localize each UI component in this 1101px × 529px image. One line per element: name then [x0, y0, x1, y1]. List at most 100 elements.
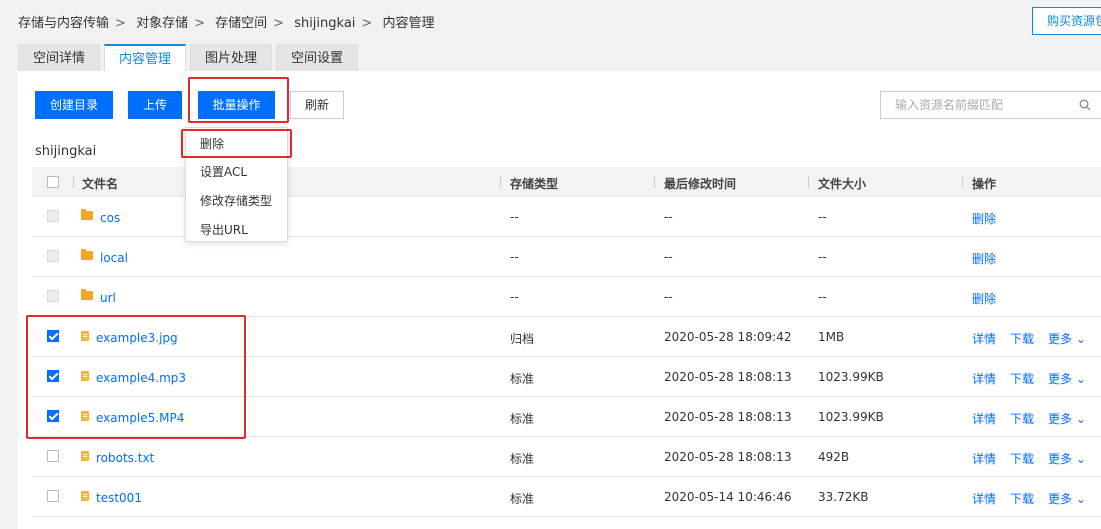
menu-item-delete[interactable]: 删除 [200, 135, 224, 152]
more-menu[interactable]: 更多 ⌄ [1048, 370, 1086, 387]
modified-time: -- [664, 210, 673, 224]
refresh-button[interactable]: 刷新 [290, 91, 344, 119]
storage-type: 标准 [510, 452, 535, 466]
modified-time: 2020-05-28 18:08:13 [664, 370, 792, 384]
menu-item-set-acl[interactable]: 设置ACL [200, 163, 247, 180]
breadcrumb-current: 内容管理 [382, 16, 435, 31]
storage-type: 标准 [510, 372, 535, 386]
download-link[interactable]: 下载 [1010, 330, 1034, 347]
breadcrumb-separator: > [194, 16, 205, 31]
download-link[interactable]: 下载 [1010, 410, 1034, 427]
breadcrumb-item[interactable]: 存储空间 [215, 16, 267, 31]
upload-button[interactable]: 上传 [128, 91, 182, 119]
file-name-link[interactable]: example5.MP4 [96, 411, 184, 425]
chevron-down-icon: ⌄ [1072, 332, 1086, 346]
file-name-link[interactable]: robots.txt [96, 451, 154, 465]
file-icon [81, 411, 89, 421]
tab-content-management[interactable]: 内容管理 [104, 44, 187, 73]
column-divider [654, 176, 655, 188]
file-name-link[interactable]: example4.mp3 [96, 371, 186, 385]
more-menu[interactable]: 更多 ⌄ [1048, 450, 1086, 467]
storage-type: 归档 [510, 332, 535, 346]
download-link[interactable]: 下载 [1010, 370, 1034, 387]
content-panel: 创建目录 上传 批量操作 刷新 shijingkai 文件名 存储类型 最后修改… [18, 71, 1101, 529]
file-name-link[interactable]: example3.jpg [96, 331, 178, 345]
chevron-down-icon: ⌄ [1072, 452, 1086, 466]
folder-icon [81, 249, 93, 260]
file-name-link[interactable]: url [100, 291, 116, 305]
storage-type: -- [510, 250, 519, 264]
more-label: 更多 [1048, 332, 1073, 346]
search-input[interactable] [895, 98, 1075, 112]
batch-operation-menu: 删除 设置ACL 修改存储类型 导出URL [185, 127, 288, 242]
search-box [880, 91, 1101, 119]
details-link[interactable]: 详情 [972, 450, 996, 467]
file-size: 1023.99KB [818, 410, 884, 424]
details-link[interactable]: 详情 [972, 330, 996, 347]
breadcrumb-item[interactable]: 对象存储 [136, 16, 188, 31]
row-checkbox[interactable] [47, 490, 59, 502]
folder-icon [81, 289, 93, 300]
table-row: example3.jpg 归档 2020-05-28 18:09:42 1MB … [32, 317, 1101, 357]
file-icon [81, 491, 89, 501]
buy-resource-pack-button[interactable]: 购买资源包 [1032, 7, 1101, 35]
chevron-down-icon: ⌄ [1072, 372, 1086, 386]
delete-link[interactable]: 删除 [972, 290, 996, 307]
delete-link[interactable]: 删除 [972, 250, 996, 267]
select-all-checkbox[interactable] [47, 176, 59, 188]
row-checkbox[interactable] [47, 250, 59, 262]
chevron-down-icon: ⌄ [1072, 412, 1086, 426]
more-menu[interactable]: 更多 ⌄ [1048, 410, 1086, 427]
row-checkbox[interactable] [47, 410, 59, 422]
storage-type: 标准 [510, 492, 535, 506]
folder-icon [81, 209, 93, 220]
delete-link[interactable]: 删除 [972, 210, 996, 227]
details-link[interactable]: 详情 [972, 370, 996, 387]
table-row: example5.MP4 标准 2020-05-28 18:08:13 1023… [32, 397, 1101, 437]
file-name-link[interactable]: cos [100, 211, 120, 225]
file-size: -- [818, 290, 827, 304]
breadcrumb-item[interactable]: shijingkai [294, 16, 355, 31]
modified-time: 2020-05-28 18:08:13 [664, 450, 792, 464]
row-checkbox[interactable] [47, 290, 59, 302]
more-label: 更多 [1048, 492, 1073, 506]
more-label: 更多 [1048, 412, 1073, 426]
more-menu[interactable]: 更多 ⌄ [1048, 330, 1086, 347]
file-size: 33.72KB [818, 490, 869, 504]
breadcrumb-separator: > [115, 16, 126, 31]
breadcrumb-separator: > [273, 16, 285, 31]
more-label: 更多 [1048, 372, 1073, 386]
search-icon[interactable] [1079, 99, 1091, 111]
row-checkbox[interactable] [47, 370, 59, 382]
file-size: -- [818, 210, 827, 224]
batch-operation-button[interactable]: 批量操作 [198, 91, 275, 119]
details-link[interactable]: 详情 [972, 410, 996, 427]
file-name-link[interactable]: test001 [96, 491, 142, 505]
table-row: local -- -- -- 删除 [32, 237, 1101, 277]
table-row: robots.txt 标准 2020-05-28 18:08:13 492B 详… [32, 437, 1101, 477]
details-link[interactable]: 详情 [972, 490, 996, 507]
tab-bucket-details[interactable]: 空间详情 [18, 44, 101, 72]
menu-item-export-url[interactable]: 导出URL [200, 221, 248, 238]
row-checkbox[interactable] [47, 450, 59, 462]
row-checkbox[interactable] [47, 330, 59, 342]
more-menu[interactable]: 更多 ⌄ [1048, 490, 1086, 507]
header-file-size: 文件大小 [818, 177, 867, 191]
storage-type: -- [510, 210, 519, 224]
file-name-link[interactable]: local [100, 251, 128, 265]
file-size: 492B [818, 450, 850, 464]
storage-type: 标准 [510, 412, 535, 426]
menu-item-change-storage-type[interactable]: 修改存储类型 [200, 192, 272, 209]
storage-type: -- [510, 290, 519, 304]
column-divider [73, 176, 74, 188]
tab-image-processing[interactable]: 图片处理 [190, 44, 273, 72]
tab-bucket-settings[interactable]: 空间设置 [276, 44, 359, 72]
row-checkbox[interactable] [47, 210, 59, 222]
column-divider [808, 176, 809, 188]
download-link[interactable]: 下载 [1010, 450, 1034, 467]
breadcrumb-item[interactable]: 存储与内容传输 [18, 16, 109, 31]
create-directory-button[interactable]: 创建目录 [35, 91, 113, 119]
download-link[interactable]: 下载 [1010, 490, 1034, 507]
chevron-down-icon: ⌄ [1072, 492, 1086, 506]
file-size: 1MB [818, 330, 845, 344]
